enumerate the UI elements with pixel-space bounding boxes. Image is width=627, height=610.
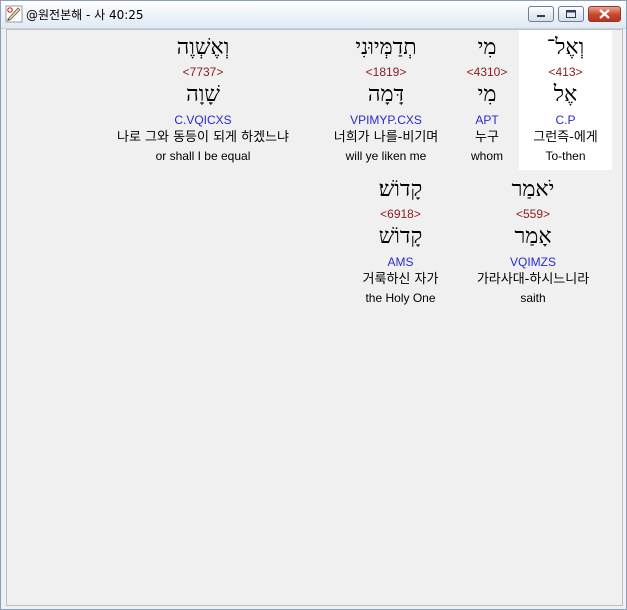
window-title: @원전본해 - 사 40:25 <box>26 8 144 22</box>
hebrew-word: קָדוֹשׁ׃ <box>378 177 423 202</box>
korean-gloss: 나로 그와 동등이 되게 하겠느냐 <box>116 130 289 145</box>
english-gloss: To-then <box>545 149 586 163</box>
korean-gloss: 그런즉-에게 <box>533 130 598 145</box>
hebrew-lemma: דָּמָה <box>367 82 405 107</box>
english-gloss: saith <box>520 291 546 305</box>
english-gloss: or shall I be equal <box>155 149 251 163</box>
hebrew-word: וְאֶשְׁוֶה <box>176 35 230 60</box>
interlinear-app-icon[interactable] <box>5 5 23 23</box>
strong-number[interactable]: <6918> <box>343 208 458 220</box>
morphology-code[interactable]: VQIMZS <box>462 256 604 268</box>
hebrew-lemma: קָדוֹשׁ <box>378 224 423 249</box>
morphology-code[interactable]: APT <box>457 114 517 126</box>
hebrew-word: וְאֶל־ <box>546 35 585 60</box>
strong-number[interactable]: <559> <box>462 208 604 220</box>
strong-number[interactable]: <1819> <box>317 66 455 78</box>
morphology-code[interactable]: C.VQICXS <box>93 114 313 126</box>
word-block-2[interactable]: תְדַמְּיוּנִי <1819> דָּמָה VPIMYP.CXS 너… <box>317 30 455 170</box>
hebrew-lemma: מִי <box>477 82 497 107</box>
morphology-code[interactable]: AMS <box>343 256 458 268</box>
morphology-code[interactable]: C.P <box>519 114 612 126</box>
word-block-5[interactable]: קָדוֹשׁ׃ <6918> קָדוֹשׁ AMS 거룩하신 자가 the … <box>343 172 458 312</box>
hebrew-word: תְדַמְּיוּנִי <box>355 35 417 60</box>
word-block-4[interactable]: יֹאמַר <559> אָמַר VQIMZS 가라사대-하시느니라 sai… <box>462 172 604 312</box>
hebrew-word: מִי <box>477 35 497 60</box>
english-gloss: will ye liken me <box>345 149 427 163</box>
korean-gloss: 너희가 나를-비기며 <box>333 130 439 145</box>
word-block-0[interactable]: וְאֶל־ <413> אֶל C.P 그런즉-에게 To-then <box>519 30 612 170</box>
word-block-3[interactable]: וְאֶשְׁוֶה <7737> שָׁוָה C.VQICXS 나로 그와 … <box>93 30 313 170</box>
strong-number[interactable]: <4310> <box>457 66 517 78</box>
hebrew-lemma: אָמַר <box>514 224 552 249</box>
close-button[interactable] <box>588 6 621 22</box>
hebrew-word: יֹאמַר <box>511 177 555 202</box>
korean-gloss: 누구 <box>475 130 499 145</box>
english-gloss: the Holy One <box>365 291 436 305</box>
korean-gloss: 거룩하신 자가 <box>362 272 439 287</box>
maximize-button[interactable] <box>558 6 584 22</box>
hebrew-lemma: שָׁוָה <box>186 82 220 107</box>
maximize-icon <box>566 10 576 18</box>
title-bar[interactable]: @원전본해 - 사 40:25 <box>1 1 626 29</box>
strong-number[interactable]: <413> <box>519 66 612 78</box>
english-gloss: whom <box>470 149 503 163</box>
close-icon <box>599 9 610 19</box>
minimize-icon <box>537 15 545 17</box>
strong-number[interactable]: <7737> <box>93 66 313 78</box>
minimize-button[interactable] <box>528 6 554 22</box>
word-block-1[interactable]: מִי <4310> מִי APT 누구 whom <box>457 30 517 170</box>
morphology-code[interactable]: VPIMYP.CXS <box>317 114 455 126</box>
interlinear-window: @원전본해 - 사 40:25 וְאֶל־ <413> אֶל C.P 그런즉… <box>0 0 627 610</box>
interlinear-panel[interactable]: וְאֶל־ <413> אֶל C.P 그런즉-에게 To-then מִי … <box>6 29 623 606</box>
hebrew-lemma: אֶל <box>553 82 578 107</box>
korean-gloss: 가라사대-하시느니라 <box>476 272 590 287</box>
